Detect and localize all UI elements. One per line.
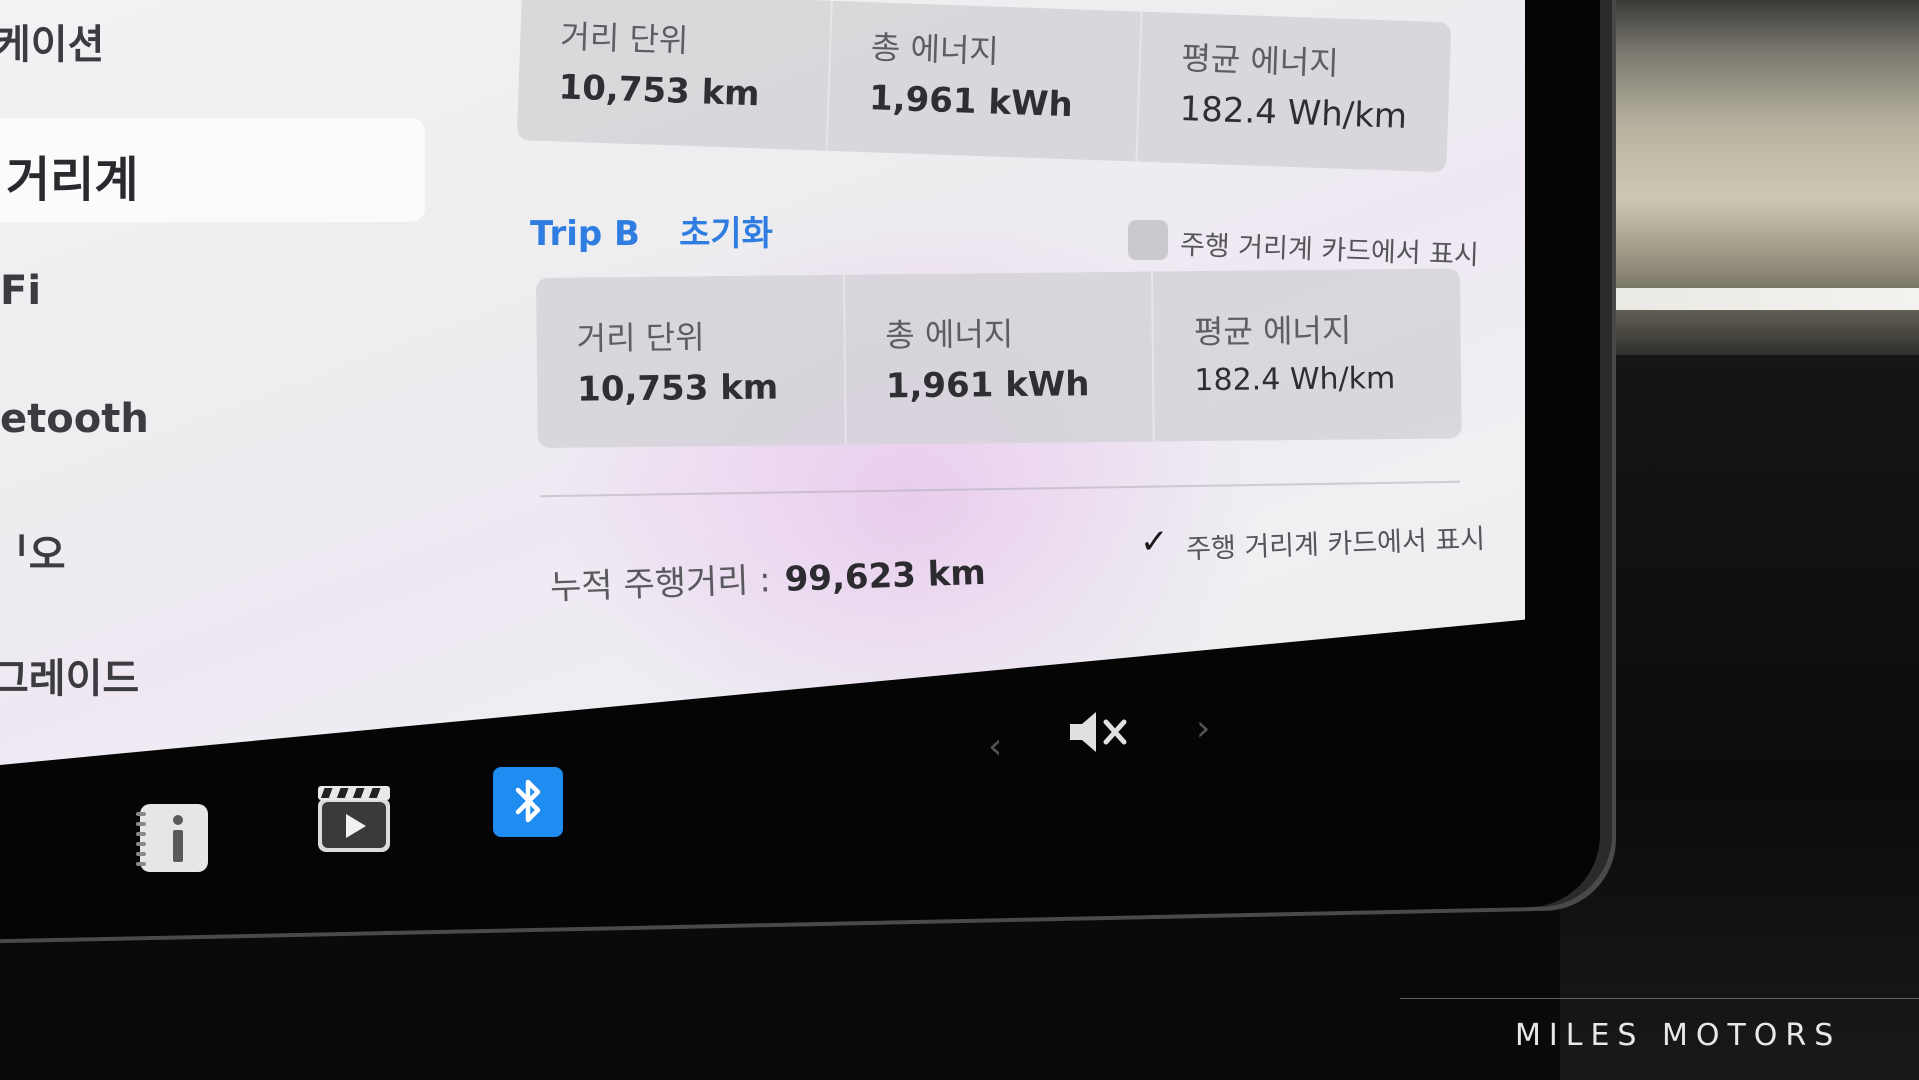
trip-b-avg: 평균 에너지 182.4 Wh/km bbox=[1153, 268, 1461, 441]
trip-a-avg: 평균 에너지 182.4 Wh/km bbox=[1138, 12, 1452, 173]
watermark: MILES MOTORS bbox=[1515, 1018, 1842, 1053]
trip-b-avg-label: 평균 에너지 bbox=[1193, 311, 1352, 352]
trip-a-distance-label: 거리 단위 bbox=[559, 17, 689, 60]
sidebar-item-audio[interactable]: ᅵ오 bbox=[0, 522, 66, 580]
sidebar-item-upgrade[interactable]: 그레이드 bbox=[0, 646, 139, 704]
trip-b-energy-label: 총 에너지 bbox=[885, 315, 1014, 355]
bluetooth-icon[interactable] bbox=[492, 766, 564, 842]
manual-icon[interactable] bbox=[134, 800, 212, 880]
trip-a-energy-label: 총 에너지 bbox=[870, 28, 1000, 71]
chevron-left-icon[interactable]: ‹ bbox=[988, 726, 1002, 767]
trip-a-energy: 총 에너지 1,961 kWh bbox=[827, 0, 1143, 162]
media-player-icon[interactable] bbox=[316, 784, 392, 858]
divider bbox=[540, 480, 1460, 498]
trip-b-distance-label: 거리 단위 bbox=[576, 318, 705, 358]
dashboard bbox=[1560, 355, 1919, 1080]
sidebar-item-trips[interactable]: 거리계 bbox=[0, 118, 425, 222]
trip-a-distance-value: 10,753 km bbox=[557, 67, 761, 115]
chevron-right-icon[interactable]: › bbox=[1196, 708, 1210, 749]
window-trim bbox=[1560, 288, 1919, 310]
volume-muted-icon[interactable] bbox=[1066, 708, 1132, 767]
trip-b-distance-value: 10,753 km bbox=[576, 367, 779, 410]
trip-a-avg-label: 평균 에너지 bbox=[1180, 39, 1340, 83]
trip-a-avg-value: 182.4 Wh/km bbox=[1178, 89, 1408, 137]
trip-b-reset-button[interactable]: 초기화 bbox=[679, 214, 773, 254]
trip-b-distance: 거리 단위 10,753 km bbox=[536, 274, 847, 448]
odometer-show-label: 주행 거리계 카드에서 표시 bbox=[1185, 523, 1486, 566]
sidebar-item-bluetooth[interactable]: etooth bbox=[0, 396, 149, 442]
trip-b-card: 거리 단위 10,753 km 총 에너지 1,961 kWh 평균 에너지 1… bbox=[536, 268, 1462, 448]
sidebar-item-wifi[interactable]: Fi bbox=[0, 268, 41, 314]
trip-b-header: Trip B 초기화 bbox=[530, 206, 807, 255]
odometer-value: 99,623 km bbox=[784, 552, 987, 600]
trip-b-show-checkbox[interactable] bbox=[1128, 220, 1168, 260]
sidebar-item-navigation[interactable]: 케이션 bbox=[0, 12, 104, 70]
settings-sidebar: 케이션 거리계 Fi etooth ᅵ오 그레이드 bbox=[0, 0, 430, 760]
trip-a-energy-value: 1,961 kWh bbox=[868, 78, 1074, 126]
trip-b-energy: 총 에너지 1,961 kWh bbox=[844, 271, 1156, 445]
odometer-label: 누적 주행거리 : bbox=[549, 560, 772, 608]
odometer: 누적 주행거리 :99,623 km bbox=[549, 545, 986, 609]
trip-a-card: 거리 단위 10,753 km 총 에너지 1,961 kWh 평균 에너지 1… bbox=[516, 0, 1452, 173]
trip-b-energy-value: 1,961 kWh bbox=[885, 364, 1090, 407]
trip-a-distance: 거리 단위 10,753 km bbox=[516, 0, 833, 151]
trip-b-avg-value: 182.4 Wh/km bbox=[1194, 361, 1396, 399]
odometer-show-checkbox[interactable]: ✓ bbox=[1140, 522, 1169, 562]
scene: 케이션 거리계 Fi etooth ᅵ오 그레이드 거리 단위 10,753 k… bbox=[0, 0, 1919, 1080]
trip-b-title: Trip B bbox=[530, 214, 640, 254]
trip-b-show-label: 주행 거리계 카드에서 표시 bbox=[1179, 229, 1480, 272]
